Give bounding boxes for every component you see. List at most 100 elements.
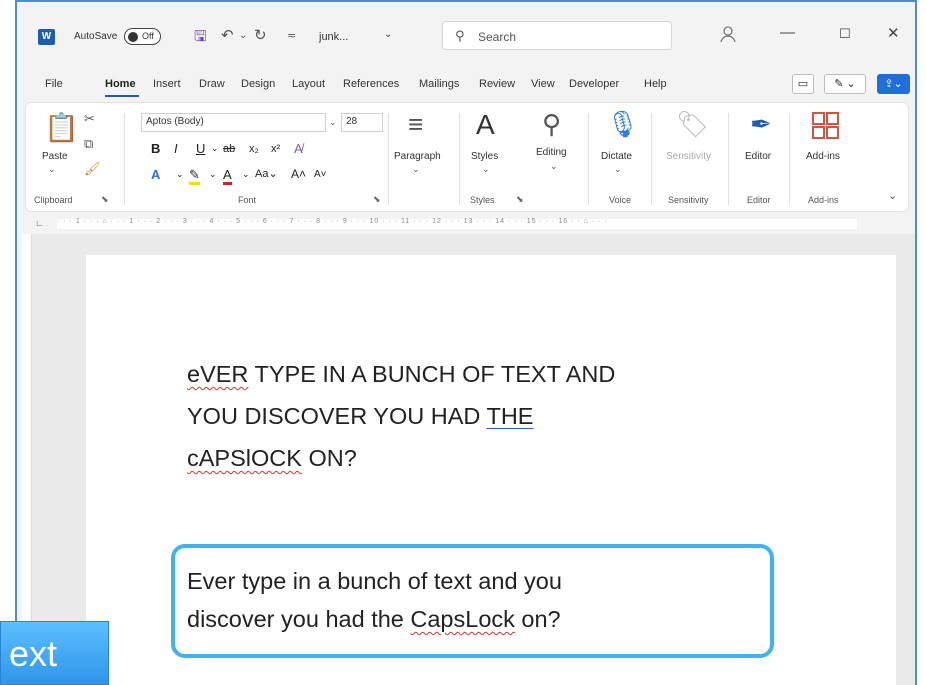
- misspelled-word[interactable]: CapsLock: [410, 606, 515, 632]
- italic-icon[interactable]: I: [174, 141, 178, 156]
- undo-dropdown-icon[interactable]: ⌄: [239, 30, 247, 41]
- subscript-icon[interactable]: x₂: [249, 143, 259, 155]
- styles-launcher-icon[interactable]: ⬊: [516, 194, 524, 205]
- highlight-icon[interactable]: ✎: [189, 167, 200, 185]
- vertical-ruler[interactable]: [22, 234, 32, 685]
- tab-stop-icon[interactable]: ∟: [35, 218, 44, 228]
- tab-design[interactable]: Design: [241, 78, 275, 90]
- comments-button[interactable]: ▭: [792, 74, 814, 94]
- misspelled-word[interactable]: eVER: [187, 361, 248, 387]
- font-size-field[interactable]: 28: [341, 113, 383, 132]
- tab-mailings[interactable]: Mailings: [419, 78, 459, 90]
- editing-dropdown-icon[interactable]: ⌄: [550, 161, 558, 172]
- tab-help[interactable]: Help: [644, 78, 667, 90]
- bold-icon[interactable]: B: [151, 141, 160, 156]
- highlight-dropdown-icon[interactable]: ⌄: [209, 169, 217, 180]
- tab-home[interactable]: Home: [105, 78, 136, 90]
- text-effects-icon[interactable]: A: [151, 167, 160, 182]
- shrink-font-icon[interactable]: A˅: [314, 169, 327, 180]
- paragraph-dropdown-icon[interactable]: ⌄: [412, 164, 420, 175]
- tab-draw[interactable]: Draw: [199, 78, 225, 90]
- underline-dropdown-icon[interactable]: ⌄: [211, 143, 219, 154]
- misspelled-word[interactable]: cAPSlOCK: [187, 445, 302, 471]
- save-icon[interactable]: 🖫: [194, 26, 207, 51]
- toggle-knob: [128, 32, 138, 42]
- tab-insert[interactable]: Insert: [153, 78, 181, 90]
- styles-dropdown-icon[interactable]: ⌄: [482, 164, 490, 175]
- horizontal-ruler[interactable]: ∟ · · · 1 · · · ⌂ · · · 1 · · · 2 · · · …: [17, 215, 915, 232]
- document-area[interactable]: eVER TYPE IN A BUNCH OF TEXT AND YOU DIS…: [32, 234, 915, 685]
- styles-icon[interactable]: A: [476, 109, 495, 141]
- text-effects-dropdown-icon[interactable]: ⌄: [176, 169, 184, 180]
- customize-toolbar-icon[interactable]: ≂: [287, 29, 296, 42]
- ribbon: 📋 Paste ⌄ ✂ ⧉ 🖌 Clipboard ⬊ Aptos (Body)…: [25, 102, 909, 212]
- sensitivity-group-label: Sensitivity: [668, 195, 709, 205]
- corrected-paragraph-highlight[interactable]: Ever type in a bunch of text and you dis…: [171, 544, 774, 658]
- font-color-dropdown-icon[interactable]: ⌄: [242, 169, 250, 180]
- search-placeholder: Search: [478, 30, 517, 44]
- user-icon[interactable]: [719, 25, 737, 43]
- microphone-icon[interactable]: 🎙: [606, 109, 639, 140]
- clipboard-group-label: Clipboard: [34, 195, 73, 205]
- font-name-dropdown-icon[interactable]: ⌄: [329, 117, 337, 128]
- document-name[interactable]: junk...: [319, 31, 348, 43]
- dictate-dropdown-icon[interactable]: ⌄: [614, 164, 622, 175]
- editing-label[interactable]: Editing: [536, 147, 567, 158]
- redo-icon[interactable]: ↻: [254, 26, 267, 44]
- clear-formatting-icon[interactable]: A̸: [294, 141, 303, 156]
- format-painter-icon[interactable]: 🖌: [84, 161, 101, 177]
- editing-search-icon[interactable]: ⚲: [542, 109, 561, 140]
- underline-icon[interactable]: U: [196, 141, 205, 156]
- addins-label[interactable]: Add-ins: [806, 151, 840, 162]
- editing-mode-button[interactable]: ✎ ⌄: [824, 74, 866, 94]
- tab-references[interactable]: References: [343, 78, 399, 90]
- voice-group-label: Voice: [609, 195, 632, 205]
- maximize-icon[interactable]: ☐: [839, 26, 851, 42]
- change-case-icon[interactable]: Aa⌄: [255, 167, 278, 180]
- ruler-ticks: · · · 1 · · · ⌂ · · · 1 · · · 2 · · · 3 …: [57, 218, 608, 225]
- autosave-label: AutoSave: [74, 31, 118, 42]
- chevron-down-icon[interactable]: ⌄: [384, 29, 392, 40]
- paragraph-icon[interactable]: ≡: [408, 109, 423, 140]
- strikethrough-icon[interactable]: ab: [223, 143, 235, 155]
- font-name-field[interactable]: Aptos (Body): [141, 113, 326, 132]
- group-divider: [789, 113, 790, 205]
- title-bar: W AutoSave Off 🖫 ↶ ⌄ ↻ ≂ junk... ⌄ ⚲ Sea…: [17, 2, 915, 72]
- close-icon[interactable]: ✕: [887, 24, 900, 42]
- copy-icon[interactable]: ⧉: [84, 136, 93, 152]
- undo-icon[interactable]: ↶: [221, 26, 234, 44]
- group-divider: [651, 113, 652, 205]
- editor-label[interactable]: Editor: [745, 151, 771, 162]
- font-color-icon[interactable]: A: [223, 167, 232, 185]
- tab-file[interactable]: File: [45, 78, 63, 90]
- autosave-toggle[interactable]: Off: [124, 28, 161, 45]
- clipboard-launcher-icon[interactable]: ⬊: [101, 194, 109, 205]
- dictate-label[interactable]: Dictate: [601, 151, 632, 162]
- caps-paragraph[interactable]: eVER TYPE IN A BUNCH OF TEXT AND YOU DIS…: [187, 353, 787, 479]
- search-input[interactable]: ⚲ Search: [442, 21, 672, 50]
- paragraph-label[interactable]: Paragraph: [394, 151, 441, 162]
- editor-icon[interactable]: ✒: [750, 109, 772, 140]
- grow-font-icon[interactable]: A˄: [291, 167, 306, 181]
- collapse-ribbon-icon[interactable]: ⌄: [888, 189, 897, 202]
- document-page[interactable]: eVER TYPE IN A BUNCH OF TEXT AND YOU DIS…: [86, 255, 896, 685]
- superscript-icon[interactable]: x²: [271, 143, 280, 155]
- grammar-flag-word[interactable]: THE: [486, 403, 533, 429]
- paste-icon[interactable]: 📋: [44, 111, 79, 144]
- addins-icon[interactable]: [811, 111, 841, 141]
- font-launcher-icon[interactable]: ⬊: [373, 194, 381, 205]
- tab-view[interactable]: View: [531, 78, 555, 90]
- tab-review[interactable]: Review: [479, 78, 515, 90]
- group-divider: [728, 113, 729, 205]
- tab-developer[interactable]: Developer: [569, 78, 619, 90]
- tab-layout[interactable]: Layout: [292, 78, 325, 90]
- paste-dropdown-icon[interactable]: ⌄: [48, 164, 56, 175]
- sensitivity-icon: 🏷: [676, 109, 710, 139]
- share-button[interactable]: ⇪⌄: [877, 74, 910, 94]
- overlay-text-button[interactable]: ext: [0, 621, 109, 685]
- cut-icon[interactable]: ✂: [84, 111, 95, 127]
- group-divider: [124, 113, 125, 205]
- minimize-icon[interactable]: —: [780, 24, 795, 41]
- styles-label[interactable]: Styles: [471, 151, 498, 162]
- group-divider: [388, 113, 389, 205]
